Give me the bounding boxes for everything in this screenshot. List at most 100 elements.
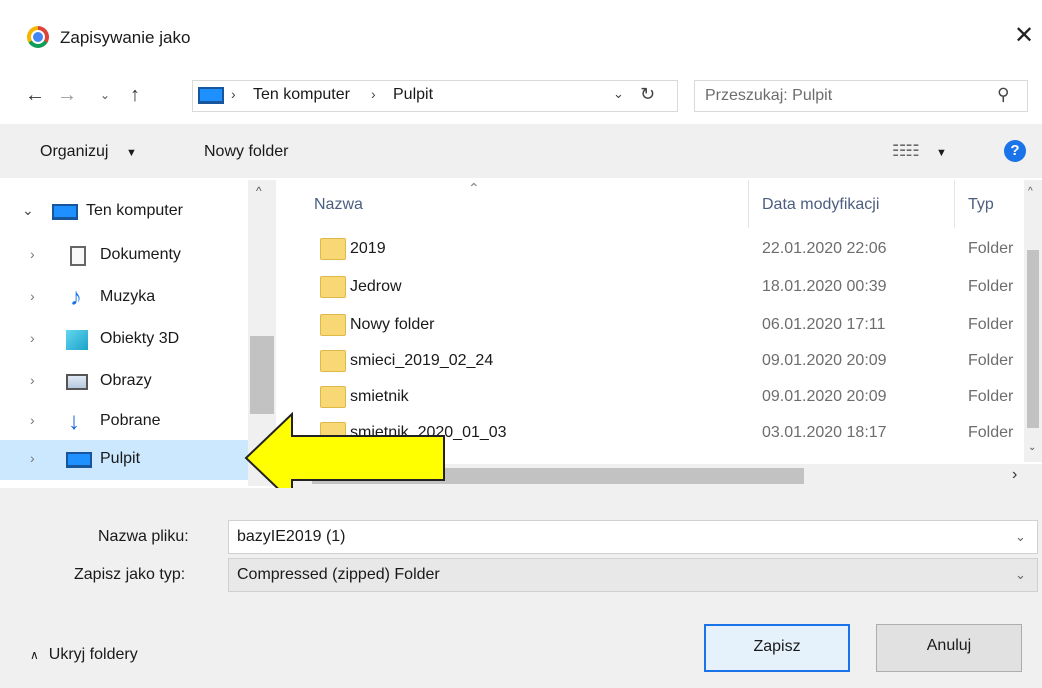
close-button[interactable]: ✕: [1010, 22, 1038, 50]
tree-item-label: Pulpit: [100, 450, 141, 467]
file-name: Jedrow: [350, 278, 402, 295]
chevron-up-icon: ∧: [30, 648, 39, 662]
file-type: Folder: [968, 352, 1014, 369]
tree-item-label: Ten komputer: [86, 202, 183, 219]
file-date: 22.01.2020 22:06: [762, 240, 887, 257]
file-row[interactable]: smietnik 09.01.2020 20:09 Folder: [298, 380, 1028, 414]
scroll-right-arrow-icon[interactable]: ›: [1012, 466, 1017, 484]
desktop-monitor-icon: [66, 452, 92, 468]
hide-folders-label: Ukryj foldery: [48, 646, 138, 663]
address-bar[interactable]: › Ten komputer › Pulpit ⌄ ↻: [192, 80, 678, 112]
tree-item-dokumenty[interactable]: › Dokumenty: [0, 236, 248, 276]
command-toolbar: Organizuj ▼ Nowy folder ☷☷ ▼ ?: [0, 124, 1042, 178]
computer-monitor-icon: [198, 87, 224, 104]
view-caret-icon[interactable]: ▼: [936, 147, 947, 159]
new-folder-button[interactable]: Nowy folder: [204, 143, 288, 161]
breadcrumb-ten-komputer[interactable]: Ten komputer: [253, 86, 350, 104]
cancel-button[interactable]: Anuluj: [876, 624, 1022, 672]
tree-item-pulpit[interactable]: › Pulpit: [0, 440, 248, 480]
column-divider[interactable]: [748, 180, 749, 228]
breadcrumb-separator-icon: ›: [231, 86, 236, 102]
column-header-date[interactable]: Data modyfikacji: [762, 196, 879, 214]
save-button[interactable]: Zapisz: [704, 624, 850, 672]
chevron-down-icon[interactable]: ⌄: [1015, 567, 1026, 583]
title-bar: Zapisywanie jako ✕ ← → ⌄ ↑ › Ten kompute…: [0, 0, 1042, 112]
chevron-right-icon[interactable]: ›: [30, 412, 35, 428]
filename-label: Nazwa pliku:: [98, 528, 189, 545]
file-list-vertical-scrollbar[interactable]: ^ ⌄: [1024, 180, 1042, 462]
file-row[interactable]: Nowy folder 06.01.2020 17:11 Folder: [298, 308, 1028, 342]
tree-item-label: Dokumenty: [100, 246, 181, 263]
chevron-down-icon[interactable]: ⌄: [22, 202, 34, 219]
breadcrumb-pulpit[interactable]: Pulpit: [393, 86, 433, 104]
refresh-icon[interactable]: ↻: [640, 84, 655, 105]
folder-icon: [320, 238, 346, 260]
search-box[interactable]: ⚲: [694, 80, 1028, 112]
scroll-up-arrow-icon[interactable]: ^: [256, 184, 262, 198]
tree-item-label: Obiekty 3D: [100, 330, 180, 347]
cube-icon: [66, 330, 88, 350]
image-icon: [66, 374, 88, 390]
file-type: Folder: [968, 240, 1014, 257]
tree-item-ten-komputer[interactable]: ⌄ Ten komputer: [0, 192, 248, 232]
file-type: Folder: [968, 388, 1014, 405]
window-title: Zapisywanie jako: [60, 28, 191, 47]
tree-item-muzyka[interactable]: › ♪ Muzyka: [0, 278, 248, 318]
forward-arrow-icon[interactable]: →: [52, 80, 82, 110]
file-date: 03.01.2020 18:17: [762, 424, 887, 441]
file-row[interactable]: 2019 22.01.2020 22:06 Folder: [298, 232, 1028, 266]
tree-item-obrazy[interactable]: › Obrazy: [0, 362, 248, 402]
tree-item-label: Muzyka: [100, 288, 156, 305]
scroll-down-arrow-icon[interactable]: ⌄: [1028, 442, 1036, 453]
search-input[interactable]: [705, 85, 985, 107]
organize-caret-icon[interactable]: ▼: [126, 147, 137, 159]
recent-locations-chevron-icon[interactable]: ⌄: [90, 80, 120, 110]
file-date: 09.01.2020 20:09: [762, 352, 887, 369]
tree-item-pobrane[interactable]: › ↓ Pobrane: [0, 402, 248, 442]
filename-combobox[interactable]: ⌄: [228, 520, 1038, 554]
file-type: Folder: [968, 316, 1014, 333]
filetype-select[interactable]: Compressed (zipped) Folder ⌄: [228, 558, 1038, 592]
document-icon: [70, 246, 86, 266]
music-note-icon: ♪: [70, 284, 82, 311]
vertical-scrollbar-thumb[interactable]: [1027, 250, 1039, 428]
chevron-right-icon[interactable]: ›: [30, 330, 35, 346]
column-divider[interactable]: [954, 180, 955, 228]
file-row[interactable]: smieci_2019_02_24 09.01.2020 20:09 Folde…: [298, 344, 1028, 378]
organize-button[interactable]: Organizuj: [40, 143, 108, 161]
tree-item-label: Pobrane: [100, 412, 161, 429]
file-date: 06.01.2020 17:11: [762, 316, 886, 333]
filetype-value: Compressed (zipped) Folder: [237, 566, 440, 583]
search-icon[interactable]: ⚲: [997, 85, 1009, 105]
breadcrumb-separator-icon: ›: [371, 86, 376, 102]
back-arrow-icon[interactable]: ←: [20, 80, 50, 110]
tree-item-obiekty-3d[interactable]: › Obiekty 3D: [0, 320, 248, 360]
computer-monitor-icon: [52, 204, 78, 220]
column-header-name[interactable]: Nazwa: [314, 196, 363, 214]
view-options-icon[interactable]: ☷☷: [892, 141, 920, 161]
chrome-icon: [27, 26, 49, 48]
chevron-right-icon[interactable]: ›: [30, 246, 35, 262]
help-icon[interactable]: ?: [1004, 140, 1026, 162]
save-form: Nazwa pliku: ⌄ Zapisz jako typ: Compress…: [0, 488, 1042, 688]
folder-icon: [320, 386, 346, 408]
chevron-down-icon[interactable]: ⌄: [1015, 529, 1026, 545]
chevron-right-icon[interactable]: ›: [30, 450, 35, 466]
filename-input[interactable]: [237, 526, 997, 548]
column-header-type[interactable]: Typ: [968, 196, 994, 214]
up-arrow-icon[interactable]: ↑: [120, 80, 150, 110]
file-name: 2019: [350, 240, 386, 257]
hide-folders-button[interactable]: ∧ Ukryj foldery: [30, 646, 138, 664]
file-row[interactable]: Jedrow 18.01.2020 00:39 Folder: [298, 270, 1028, 304]
file-date: 09.01.2020 20:09: [762, 388, 887, 405]
file-date: 18.01.2020 00:39: [762, 278, 887, 295]
tree-item-label: Obrazy: [100, 372, 152, 389]
scroll-up-arrow-icon[interactable]: ^: [1028, 186, 1033, 197]
filetype-label: Zapisz jako typ:: [74, 566, 186, 583]
download-arrow-icon: ↓: [68, 408, 80, 435]
folder-icon: [320, 350, 346, 372]
navigation-scrollbar-thumb[interactable]: [250, 336, 274, 414]
chevron-right-icon[interactable]: ›: [30, 372, 35, 388]
address-dropdown-chevron-icon[interactable]: ⌄: [613, 86, 624, 102]
chevron-right-icon[interactable]: ›: [30, 288, 35, 304]
